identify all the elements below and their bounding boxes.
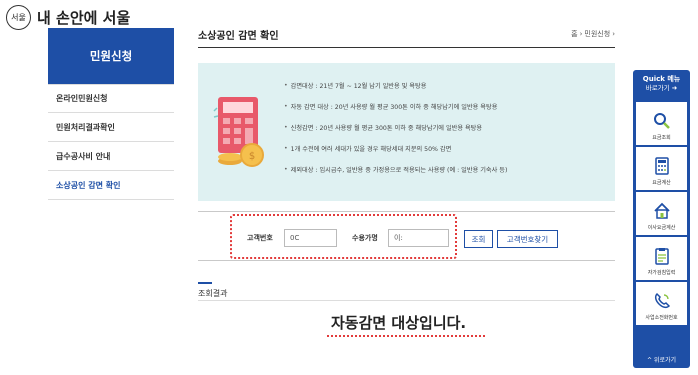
- sidebar-item-construction-cost[interactable]: 급수공사비 안내: [48, 142, 174, 171]
- result-message: 자동감면 대상입니다.: [331, 314, 467, 332]
- customer-no-label: 고객번호: [247, 234, 273, 242]
- info-line: 제외대상 : 임시급수, 일반용 중 가정용으로 적용되는 사용량 (예 : 일…: [284, 159, 508, 180]
- home-icon: [653, 202, 670, 219]
- phone-icon: [654, 292, 670, 309]
- result-highlight: [327, 335, 485, 337]
- find-customer-no-button[interactable]: 고객번호찾기: [497, 230, 558, 248]
- logo-mark: 서울: [11, 12, 26, 22]
- result-marker: [198, 282, 212, 284]
- quick-item-label: 사업소전화번호: [645, 315, 678, 321]
- quick-item-label: 요금조회: [652, 135, 671, 141]
- site-logo[interactable]: 서울 내 손안에 서울: [6, 4, 130, 30]
- user-name-input[interactable]: 이:: [388, 229, 449, 247]
- quick-item-fee-calc[interactable]: 요금계산: [636, 147, 687, 190]
- calculator-icon: [654, 157, 669, 175]
- sidebar-item-small-business-check[interactable]: 소상공인 감면 확인: [48, 171, 174, 200]
- quick-item-office-phone[interactable]: 사업소전화번호: [636, 282, 687, 325]
- info-box: $ 감면대상 : 21년 7월 ~ 12월 납기 일반용 및 욕탕용 자동 감면…: [198, 63, 615, 201]
- result-label: 조회결과: [198, 289, 228, 298]
- breadcrumb: 홈 › 민원신청 ›: [571, 29, 615, 39]
- quick-menu: Quick 메뉴 바로가기 ➜ 요금조회 요금계산 이사요금계산 자가검침입력 …: [633, 70, 690, 368]
- chevron-right-icon: ›: [612, 30, 615, 38]
- search-icon: [653, 113, 670, 129]
- search-button[interactable]: 조회: [464, 230, 493, 248]
- customer-no-input[interactable]: 0C: [284, 229, 337, 247]
- info-line: 신청감면 : 20년 사용량 월 평균 300톤 이하 중 해당납기에 일반용 …: [284, 117, 507, 138]
- result-divider: [198, 300, 615, 301]
- scroll-top-label: 위로가기: [653, 357, 677, 364]
- chevron-right-icon: ›: [579, 30, 583, 38]
- quick-item-fee-lookup[interactable]: 요금조회: [636, 102, 687, 145]
- info-line: 자동 감면 대상 : 20년 사용량 월 평균 300톤 이하 중 해당납기에 …: [284, 96, 507, 117]
- breadcrumb-current[interactable]: 민원신청: [584, 29, 610, 39]
- info-list: 감면대상 : 21년 7월 ~ 12월 납기 일반용 및 욕탕용 자동 감면 대…: [284, 75, 508, 180]
- title-divider: [198, 47, 615, 48]
- scroll-top-button[interactable]: ^ 위로가기: [633, 355, 690, 364]
- seoul-emblem-icon: 서울: [6, 4, 31, 30]
- quick-item-label: 이사요금계산: [647, 225, 676, 231]
- clipboard-icon: [654, 248, 669, 265]
- svg-text:$: $: [249, 151, 255, 162]
- chevron-up-icon: ^: [646, 357, 654, 364]
- sidebar-title: 민원신청: [48, 28, 174, 84]
- breadcrumb-home[interactable]: 홈: [571, 29, 577, 39]
- sidebar-item-result-check[interactable]: 민원처리결과확인: [48, 113, 174, 142]
- sidebar-item-online-request[interactable]: 온라인민원신청: [48, 84, 174, 113]
- quick-menu-header: Quick 메뉴 바로가기 ➜: [633, 70, 690, 100]
- logo-text: 내 손안에 서울: [37, 8, 131, 27]
- sidebar-menu: 온라인민원신청 민원처리결과확인 급수공사비 안내 소상공인 감면 확인: [48, 84, 174, 200]
- quick-menu-title: Quick 메뉴: [642, 75, 681, 83]
- quick-menu-subtitle: 바로가기 ➜: [645, 84, 678, 92]
- quick-item-label: 자가검침입력: [647, 270, 676, 276]
- quick-item-move-fee[interactable]: 이사요금계산: [636, 192, 687, 235]
- info-line: 감면대상 : 21년 7월 ~ 12월 납기 일반용 및 욕탕용: [284, 75, 507, 96]
- quick-item-label: 요금계산: [652, 180, 671, 186]
- calculator-coins-illustration: $: [213, 97, 264, 167]
- user-name-label: 수용가명: [352, 234, 378, 242]
- quick-item-self-reading[interactable]: 자가검침입력: [636, 237, 687, 280]
- page-title: 소상공인 감면 확인: [198, 31, 279, 42]
- info-line: 1개 수전에 여러 세대가 있을 경우 해당세대 지분의 50% 감면: [284, 138, 507, 159]
